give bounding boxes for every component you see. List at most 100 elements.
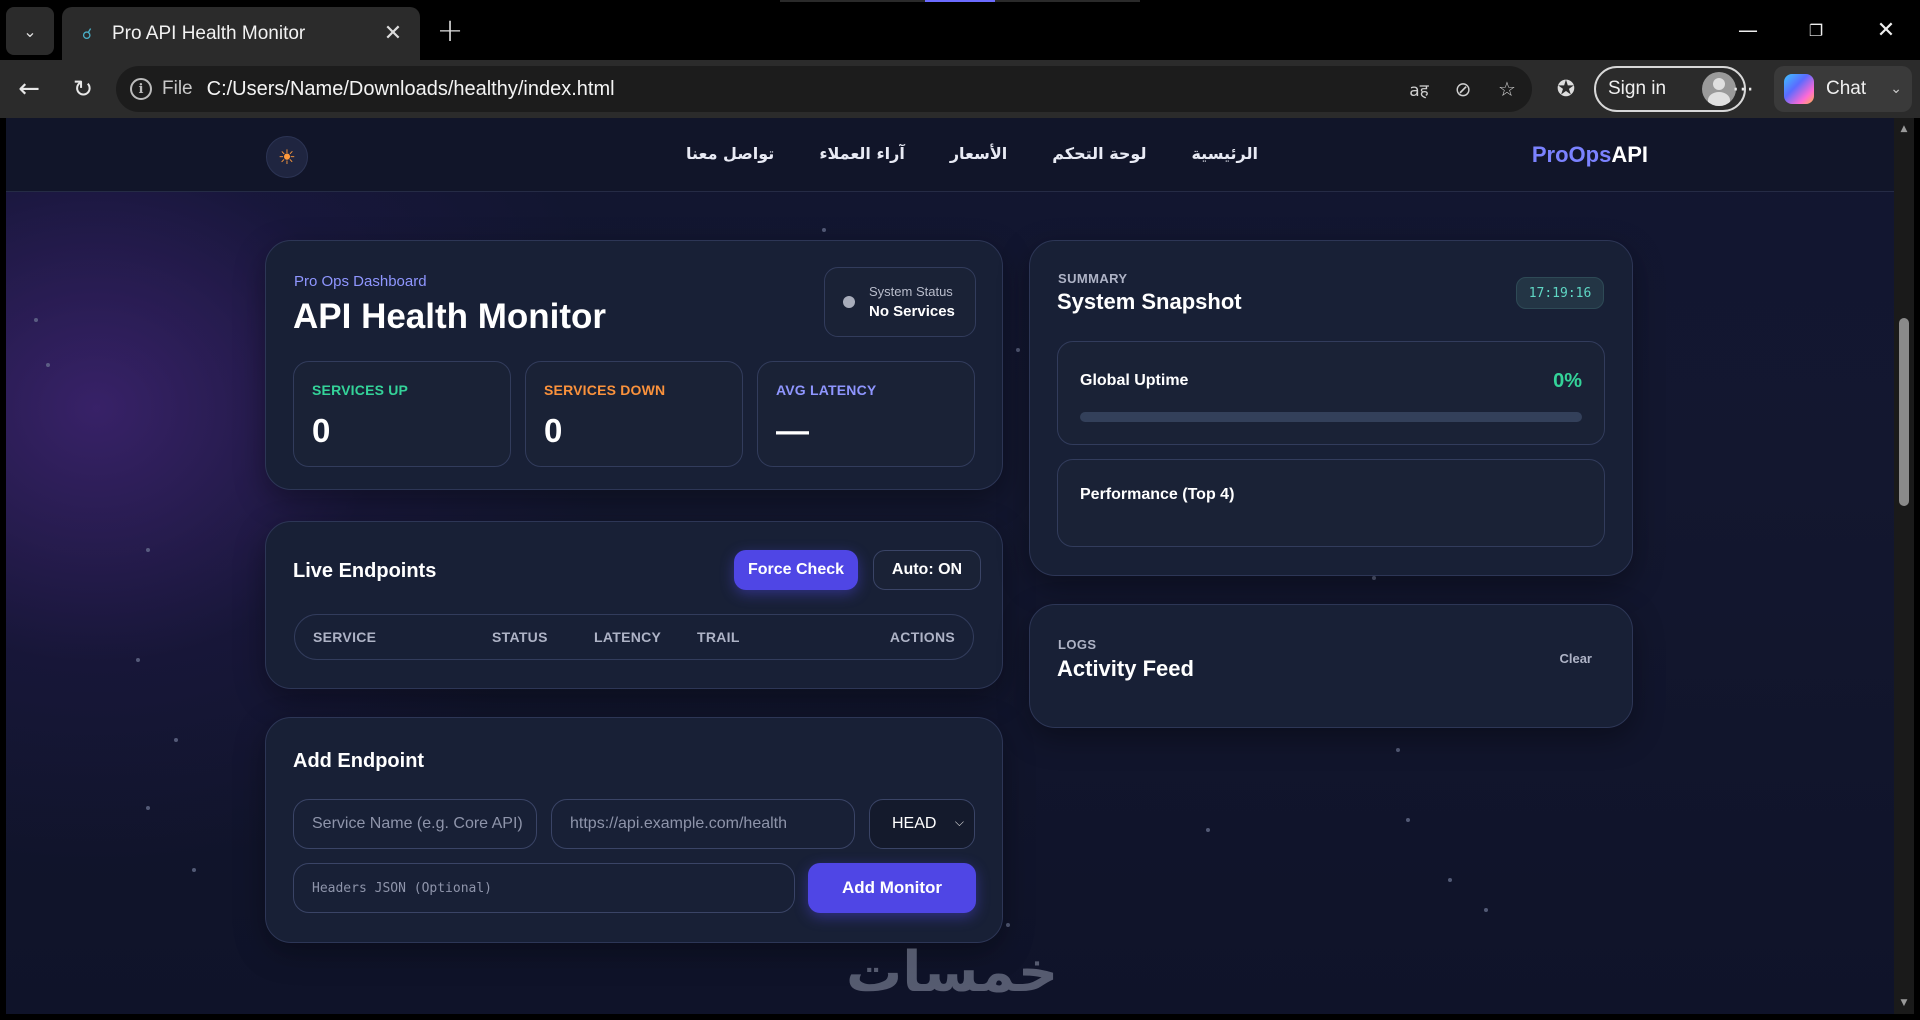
- restore-window-button[interactable]: ❐: [1786, 10, 1846, 50]
- column-service: SERVICE: [313, 629, 377, 645]
- stat-value: —: [776, 412, 809, 449]
- particle-dot: [1016, 348, 1020, 352]
- clear-logs-button[interactable]: Clear: [1559, 651, 1592, 666]
- particle-dot: [146, 548, 150, 552]
- tab-actions-button[interactable]: ⌄: [6, 7, 54, 55]
- stat-services-down: SERVICES DOWN 0: [525, 361, 743, 467]
- live-endpoints-card: Live Endpoints Force Check Auto: ON SERV…: [265, 521, 1003, 689]
- favorites-icon[interactable]: ✪: [1546, 68, 1586, 110]
- column-status: STATUS: [492, 629, 548, 645]
- site-header: ☀ الرئيسية لوحة التحكم الأسعار آراء العم…: [6, 118, 1894, 192]
- page-favicon-icon: ☌: [81, 24, 93, 43]
- particle-dot: [192, 868, 196, 872]
- address-bar[interactable]: i File C:/Users/Name/Downloads/healthy/i…: [116, 66, 1532, 112]
- column-actions: ACTIONS: [889, 629, 955, 645]
- brand-name-part: ProOps: [1531, 142, 1612, 167]
- browser-tab[interactable]: ☌ Pro API Health Monitor ✕: [62, 7, 420, 60]
- scroll-down-icon[interactable]: ▼: [1899, 998, 1909, 1008]
- system-snapshot-card: SUMMARY System Snapshot 17:19:16 Global …: [1029, 240, 1633, 576]
- particle-dot: [174, 738, 178, 742]
- particle-dot: [136, 658, 140, 662]
- page-viewport: ☀ الرئيسية لوحة التحكم الأسعار آراء العم…: [6, 118, 1894, 1014]
- column-trail: TRAIL: [697, 629, 740, 645]
- page-scrollbar[interactable]: ▲ ▼: [1894, 118, 1914, 1014]
- dashboard-eyebrow: Pro Ops Dashboard: [294, 273, 427, 290]
- particle-dot: [1006, 923, 1010, 927]
- copilot-icon: [1784, 74, 1814, 104]
- column-latency: LATENCY: [594, 629, 662, 645]
- headers-json-input[interactable]: Headers JSON (Optional): [293, 863, 795, 913]
- chevron-down-icon: ⌵: [954, 815, 964, 829]
- uptime-progress-bar: [1080, 412, 1582, 422]
- activity-feed-card: LOGS Activity Feed Clear: [1029, 604, 1633, 728]
- summary-eyebrow: SUMMARY: [1058, 271, 1128, 286]
- sun-icon: ☀: [278, 145, 296, 169]
- stat-avg-latency: AVG LATENCY —: [757, 361, 975, 467]
- particle-dot: [822, 228, 826, 232]
- theme-toggle-button[interactable]: ☀: [266, 136, 308, 178]
- brand-name-suffix: API: [1611, 142, 1648, 167]
- live-endpoints-title: Live Endpoints: [293, 560, 437, 582]
- close-tab-icon[interactable]: ✕: [380, 21, 406, 47]
- system-status-badge: System Status No Services: [824, 267, 976, 337]
- chevron-down-icon[interactable]: ⌄: [1890, 81, 1902, 97]
- particle-dot: [146, 806, 150, 810]
- hero-card: Pro Ops Dashboard API Health Monitor Sys…: [265, 240, 1003, 490]
- site-info-icon[interactable]: i: [130, 78, 152, 100]
- new-tab-button[interactable]: +: [432, 11, 468, 49]
- nav-link-dashboard[interactable]: لوحة التحكم: [1052, 144, 1146, 163]
- brand-logo[interactable]: ProOpsAPI: [1532, 142, 1648, 168]
- nav-link-home[interactable]: الرئيسية: [1191, 144, 1258, 163]
- chat-label: Chat: [1826, 78, 1867, 99]
- nav-link-contact[interactable]: تواصل معنا: [686, 144, 774, 163]
- stat-label: SERVICES UP: [312, 382, 409, 398]
- stat-value: 0: [312, 412, 331, 449]
- auto-refresh-toggle[interactable]: Auto: ON: [873, 550, 981, 590]
- endpoint-url-input[interactable]: https://api.example.com/health: [551, 799, 855, 849]
- back-button[interactable]: ←: [8, 68, 50, 110]
- reload-button[interactable]: ↻: [62, 68, 104, 110]
- zoom-out-icon[interactable]: ⊘: [1448, 74, 1478, 104]
- scroll-up-icon[interactable]: ▲: [1899, 124, 1909, 134]
- browser-tab-bar: ⌄ ☌ Pro API Health Monitor ✕ + — ❐ ✕: [0, 0, 1920, 60]
- particle-dot: [1448, 878, 1452, 882]
- system-status-label: System Status: [869, 284, 953, 299]
- address-url[interactable]: C:/Users/Name/Downloads/healthy/index.ht…: [207, 78, 615, 101]
- service-name-input[interactable]: Service Name (e.g. Core API): [293, 799, 537, 849]
- add-monitor-button[interactable]: Add Monitor: [808, 863, 976, 913]
- scrollbar-thumb[interactable]: [1899, 318, 1909, 506]
- system-status-value: No Services: [869, 303, 955, 320]
- copilot-chat-button[interactable]: Chat ⌄: [1774, 66, 1912, 112]
- live-clock: 17:19:16: [1516, 277, 1604, 309]
- nav-link-pricing[interactable]: الأسعار: [950, 144, 1007, 163]
- particle-dot: [1396, 748, 1400, 752]
- close-window-button[interactable]: ✕: [1856, 10, 1916, 50]
- particle-dot: [1206, 828, 1210, 832]
- endpoints-table-header: SERVICE STATUS LATENCY TRAIL ACTIONS: [294, 614, 974, 660]
- global-uptime-label: Global Uptime: [1080, 372, 1189, 389]
- add-endpoint-title: Add Endpoint: [293, 750, 425, 772]
- global-uptime-panel: Global Uptime 0%: [1057, 341, 1605, 445]
- http-method-select[interactable]: HEAD ⌵: [869, 799, 975, 849]
- performance-label: Performance (Top 4): [1080, 486, 1235, 503]
- particle-dot: [34, 318, 38, 322]
- add-endpoint-card: Add Endpoint Service Name (e.g. Core API…: [265, 717, 1003, 943]
- minimize-window-button[interactable]: —: [1718, 10, 1778, 50]
- particle-dot: [46, 363, 50, 367]
- stat-label: SERVICES DOWN: [544, 382, 666, 398]
- stat-value: 0: [544, 412, 563, 449]
- nav-link-testimonials[interactable]: آراء العملاء: [819, 144, 905, 163]
- particle-dot: [1484, 908, 1488, 912]
- translate-icon[interactable]: aह: [1404, 74, 1434, 104]
- system-snapshot-title: System Snapshot: [1057, 289, 1242, 314]
- favorite-star-icon[interactable]: ☆: [1492, 74, 1522, 104]
- more-options-icon[interactable]: ⋯: [1722, 68, 1764, 110]
- watermark-logo: خمسات: [846, 940, 1059, 1005]
- page-title: API Health Monitor: [293, 297, 607, 336]
- address-scheme: File: [162, 78, 193, 99]
- force-check-button[interactable]: Force Check: [734, 550, 858, 590]
- main-nav: الرئيسية لوحة التحكم الأسعار آراء العملا…: [686, 144, 1258, 163]
- particle-dot: [1372, 576, 1376, 580]
- logs-eyebrow: LOGS: [1058, 637, 1097, 652]
- activity-feed-title: Activity Feed: [1057, 656, 1194, 681]
